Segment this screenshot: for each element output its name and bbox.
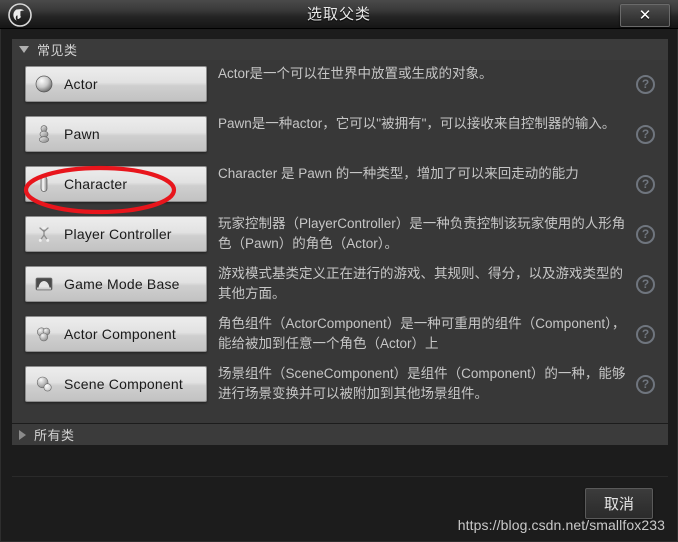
select-parent-class-dialog: 选取父类 ✕ 常见类 Actor Actor是一个可以在世界中放置或生成的对象。… [0, 0, 678, 542]
class-label: Character [64, 176, 128, 192]
help-question-icon[interactable]: ? [636, 175, 655, 194]
section-label-common: 常见类 [37, 43, 78, 58]
class-description: Character 是 Pawn 的一种类型，增加了可以来回走动的能力 [218, 166, 579, 181]
window-title: 选取父类 [306, 6, 371, 23]
class-description: Pawn是一种actor，它可以"被拥有"，可以接收来自控制器的输入。 [218, 116, 616, 131]
class-row-pawn: Pawn Pawn是一种actor，它可以"被拥有"，可以接收来自控制器的输入。… [12, 110, 668, 160]
class-button-pawn[interactable]: Pawn [25, 116, 207, 152]
section-label-all: 所有类 [34, 428, 75, 443]
class-button-scene-component[interactable]: Scene Component [25, 366, 207, 402]
class-description: 角色组件（ActorComponent）是一种可重用的组件（Component）… [218, 316, 626, 351]
class-description: 游戏模式基类定义正在进行的游戏、其规则、得分，以及游戏类型的其他方面。 [218, 266, 623, 301]
section-header-all-classes[interactable]: 所有类 [12, 424, 668, 445]
section-header-common-classes[interactable]: 常见类 [12, 39, 668, 60]
dialog-body: 常见类 Actor Actor是一个可以在世界中放置或生成的对象。 ? Pawn… [0, 29, 678, 542]
close-button[interactable]: ✕ [620, 4, 670, 27]
help-question-icon[interactable]: ? [636, 325, 655, 344]
help-question-icon[interactable]: ? [636, 125, 655, 144]
pawn-icon [33, 123, 55, 145]
class-label: Game Mode Base [64, 276, 180, 292]
actor-sphere-icon [33, 73, 55, 95]
actor-component-icon [33, 323, 55, 345]
scene-component-icon [33, 373, 55, 395]
help-question-icon[interactable]: ? [636, 375, 655, 394]
class-label: Pawn [64, 126, 100, 142]
triangle-down-icon [19, 46, 29, 53]
close-icon: ✕ [638, 7, 652, 24]
game-mode-base-icon [33, 273, 55, 295]
class-button-character[interactable]: Character [25, 166, 207, 202]
help-question-icon[interactable]: ? [636, 75, 655, 94]
watermark-url: https://blog.csdn.net/smallfox233 [457, 517, 665, 533]
common-classes-list: Actor Actor是一个可以在世界中放置或生成的对象。 ? Pawn Paw… [12, 60, 668, 423]
class-description: Actor是一个可以在世界中放置或生成的对象。 [218, 66, 493, 81]
footer-divider [12, 476, 668, 477]
class-row-player-controller: Player Controller 玩家控制器（PlayerController… [12, 210, 668, 260]
class-row-game-mode-base: Game Mode Base 游戏模式基类定义正在进行的游戏、其规则、得分，以及… [12, 260, 668, 310]
class-button-game-mode-base[interactable]: Game Mode Base [25, 266, 207, 302]
help-question-icon[interactable]: ? [636, 225, 655, 244]
class-label: Actor Component [64, 326, 176, 342]
class-label: Scene Component [64, 376, 183, 392]
class-row-scene-component: Scene Component 场景组件（SceneComponent）是组件（… [12, 360, 668, 410]
class-row-actor: Actor Actor是一个可以在世界中放置或生成的对象。 ? [12, 60, 668, 110]
class-description: 场景组件（SceneComponent）是组件（Component）的一种，能够… [218, 366, 626, 401]
player-controller-icon [33, 223, 55, 245]
class-label: Player Controller [64, 226, 172, 242]
triangle-right-icon [19, 429, 26, 440]
class-label: Actor [64, 76, 98, 92]
class-button-player-controller[interactable]: Player Controller [25, 216, 207, 252]
help-question-icon[interactable]: ? [636, 275, 655, 294]
character-capsule-icon [33, 173, 55, 195]
class-button-actor-component[interactable]: Actor Component [25, 316, 207, 352]
class-row-actor-component: Actor Component 角色组件（ActorComponent）是一种可… [12, 310, 668, 360]
class-row-character: Character Character 是 Pawn 的一种类型，增加了可以来回… [12, 160, 668, 210]
class-description: 玩家控制器（PlayerController）是一种负责控制该玩家使用的人形角色… [218, 216, 626, 251]
class-button-actor[interactable]: Actor [25, 66, 207, 102]
title-bar: 选取父类 ✕ [0, 0, 678, 29]
cancel-button[interactable]: 取消 [585, 488, 653, 519]
